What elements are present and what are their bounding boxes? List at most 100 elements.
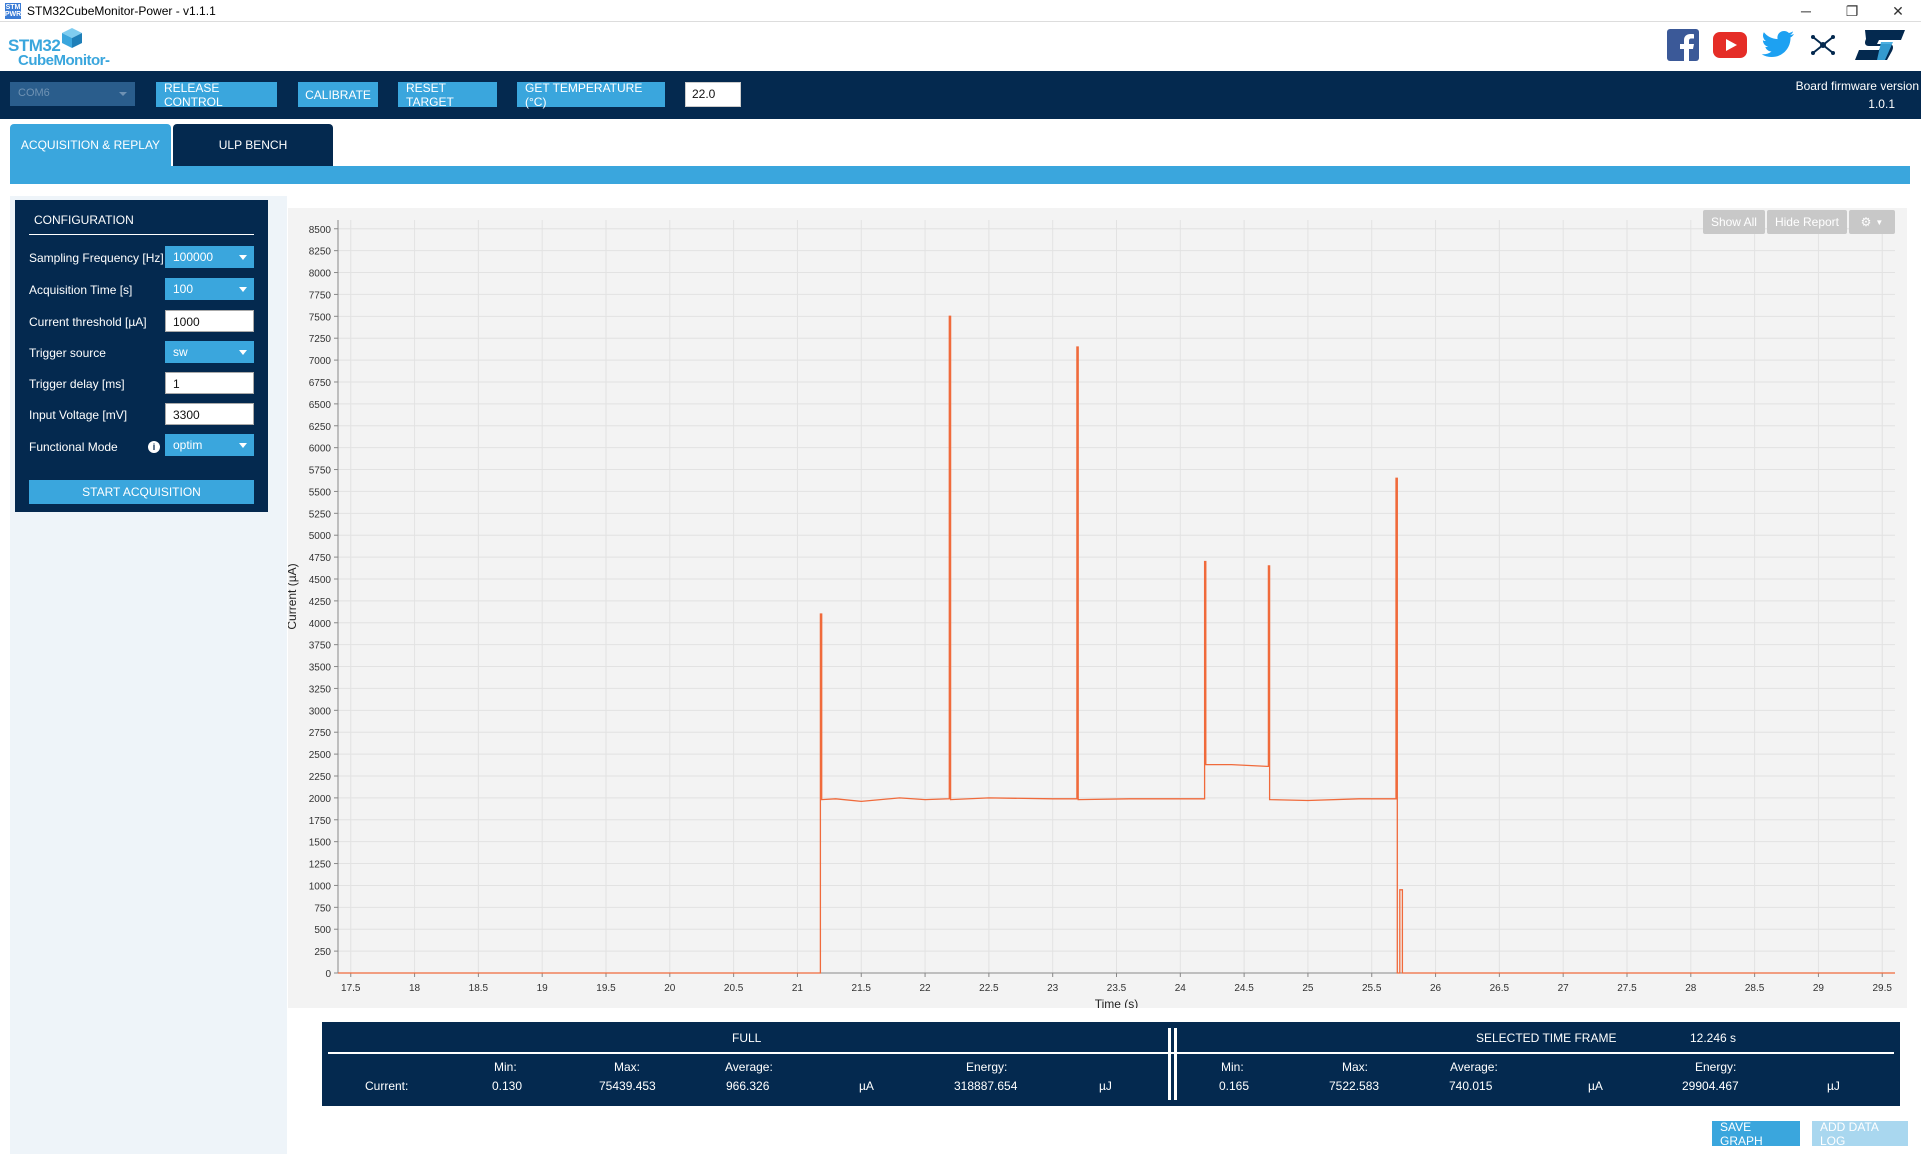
x-tick-label: 23.5	[1107, 983, 1127, 994]
y-tick-label: 6250	[309, 422, 332, 433]
statistics-panel: FULL SELECTED TIME FRAME 12.246 s Min: M…	[322, 1022, 1900, 1106]
reset-target-button[interactable]: RESET TARGET	[398, 81, 497, 109]
chevron-down-icon	[119, 92, 127, 96]
selected-time-frame-title: SELECTED TIME FRAME	[1476, 1031, 1617, 1045]
y-axis-label: Current (µA)	[288, 563, 299, 629]
facebook-icon[interactable]	[1667, 29, 1699, 61]
divider	[1168, 1028, 1171, 1100]
release-control-button[interactable]: RELEASE CONTROL	[156, 81, 277, 109]
y-tick-label: 4750	[309, 553, 332, 564]
functional-mode-select[interactable]: optim	[165, 434, 254, 456]
y-tick-label: 8000	[309, 269, 332, 280]
y-tick-label: 1000	[309, 881, 332, 892]
add-data-log-button[interactable]: ADD DATA LOG	[1812, 1120, 1908, 1148]
y-tick-label: 5250	[309, 509, 332, 520]
save-graph-button[interactable]: SAVE GRAPH	[1712, 1120, 1800, 1148]
x-tick-label: 18.5	[469, 983, 489, 994]
full-energy-header: Energy:	[966, 1060, 1008, 1074]
y-tick-label: 0	[325, 969, 331, 980]
full-title: FULL	[732, 1031, 762, 1045]
window-titlebar: STM PWR STM32CubeMonitor-Power - v1.1.1 …	[0, 0, 1921, 22]
acquisition-time-value: 100	[173, 282, 194, 296]
y-tick-label: 4250	[309, 597, 332, 608]
temperature-field[interactable]: 22.0	[685, 82, 741, 107]
y-tick-label: 6500	[309, 400, 332, 411]
y-tick-label: 4000	[309, 619, 332, 630]
y-tick-label: 2250	[309, 772, 332, 783]
sampling-frequency-label: Sampling Frequency [Hz]	[29, 251, 164, 265]
full-max-header: Max:	[614, 1060, 641, 1074]
main-tabs: ACQUISITION & REPLAY ULP BENCH	[10, 124, 333, 166]
y-tick-label: 2500	[309, 750, 332, 761]
network-icon[interactable]	[1809, 31, 1837, 59]
x-tick-label: 28	[1685, 983, 1697, 994]
y-tick-label: 1250	[309, 860, 332, 871]
x-tick-label: 25.5	[1362, 983, 1382, 994]
y-tick-label: 8500	[309, 225, 332, 236]
get-temperature-button[interactable]: GET TEMPERATURE (°C)	[517, 81, 665, 109]
y-tick-label: 3750	[309, 641, 332, 652]
y-tick-label: 500	[314, 925, 331, 936]
input-voltage-field[interactable]: 3300	[165, 403, 254, 425]
gear-icon: ⚙	[1860, 215, 1872, 229]
current-row-label: Current:	[365, 1079, 409, 1093]
y-tick-label: 7500	[309, 312, 332, 323]
firmware-value: 1.0.1	[1868, 97, 1895, 111]
chevron-down-icon	[239, 443, 247, 448]
x-tick-label: 26.5	[1490, 983, 1510, 994]
port-select[interactable]: COM6	[10, 82, 135, 106]
chart-controls: Show All Hide Report ⚙ ▼	[1702, 210, 1895, 234]
twitter-icon[interactable]	[1761, 30, 1795, 60]
minimize-button[interactable]: ─	[1783, 0, 1829, 22]
selected-duration: 12.246 s	[1690, 1031, 1737, 1045]
y-tick-label: 2000	[309, 794, 332, 805]
chart-settings-button[interactable]: ⚙ ▼	[1849, 210, 1895, 234]
port-select-value: COM6	[18, 87, 50, 99]
youtube-icon[interactable]	[1713, 32, 1747, 58]
tab-acquisition-replay[interactable]: ACQUISITION & REPLAY	[10, 124, 171, 166]
full-current-unit: µA	[859, 1079, 874, 1093]
st-logo[interactable]	[1851, 28, 1907, 62]
x-tick-label: 20.5	[724, 983, 744, 994]
selected-average-value: 740.015	[1449, 1079, 1493, 1093]
acquisition-time-select[interactable]: 100	[165, 278, 254, 300]
start-acquisition-button[interactable]: START ACQUISITION	[29, 480, 254, 504]
y-tick-label: 7250	[309, 334, 332, 345]
y-tick-label: 250	[314, 947, 331, 958]
x-tick-label: 23	[1047, 983, 1059, 994]
show-all-button[interactable]: Show All	[1702, 210, 1765, 234]
trigger-source-value: sw	[173, 345, 188, 359]
selected-max-value: 7522.583	[1329, 1079, 1380, 1093]
y-tick-label: 3500	[309, 663, 332, 674]
configuration-title: CONFIGURATION	[34, 213, 134, 227]
info-icon[interactable]: i	[148, 441, 160, 453]
x-tick-label: 27.5	[1617, 983, 1637, 994]
y-tick-label: 4500	[309, 575, 332, 586]
y-tick-label: 750	[314, 903, 331, 914]
hide-report-button[interactable]: Hide Report	[1766, 210, 1847, 234]
full-average-header: Average:	[725, 1060, 773, 1074]
acquisition-time-label: Acquisition Time [s]	[29, 283, 133, 297]
calibrate-button[interactable]: CALIBRATE	[298, 82, 378, 107]
x-tick-label: 25	[1302, 983, 1314, 994]
trigger-delay-label: Trigger delay [ms]	[29, 377, 125, 391]
x-tick-label: 22	[920, 983, 932, 994]
current-threshold-label: Current threshold [µA]	[29, 315, 147, 329]
x-tick-label: 19	[537, 983, 549, 994]
selected-energy-header: Energy:	[1695, 1060, 1737, 1074]
current-chart[interactable]: 0 250 500 750 1000 1250 1500 1750 2000 2250 2500 27…	[288, 208, 1907, 1008]
app-logo: STM32 CubeMonitor-Power	[8, 26, 148, 86]
restore-button[interactable]: ❐	[1829, 0, 1875, 22]
close-button[interactable]: ✕	[1875, 0, 1921, 22]
y-tick-label: 7750	[309, 290, 332, 301]
firmware-label: Board firmware version	[1795, 79, 1919, 93]
selected-energy-value: 29904.467	[1682, 1079, 1739, 1093]
current-threshold-field[interactable]: 1000	[165, 310, 254, 332]
selected-energy-unit: µJ	[1827, 1079, 1840, 1093]
y-tick-label: 5750	[309, 466, 332, 477]
tab-ulp-bench[interactable]: ULP BENCH	[173, 124, 333, 166]
sampling-frequency-select[interactable]: 100000	[165, 246, 254, 268]
y-tick-label: 6000	[309, 444, 332, 455]
trigger-delay-field[interactable]: 1	[165, 372, 254, 394]
trigger-source-select[interactable]: sw	[165, 341, 254, 363]
